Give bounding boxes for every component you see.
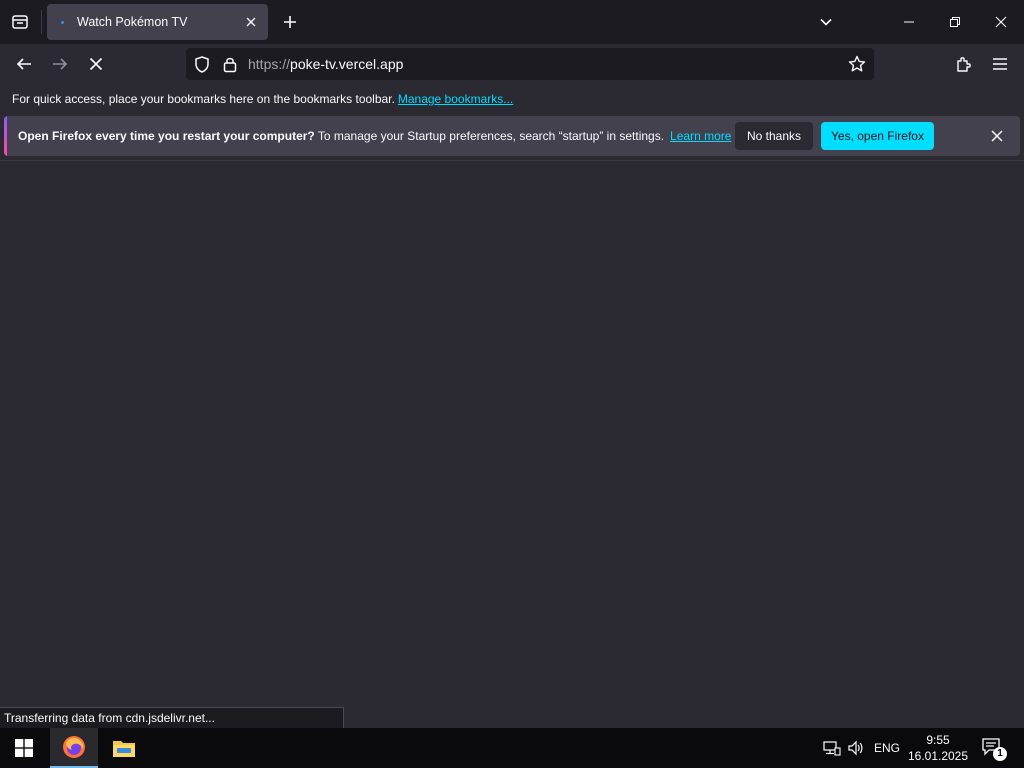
network-icon [823,740,841,756]
app-menu-button[interactable] [986,50,1014,78]
window-close-button[interactable] [978,0,1024,44]
notification-accent-bar [4,116,7,156]
navigation-toolbar: https://poke-tv.vercel.app [0,44,1024,84]
taskbar-clock[interactable]: 9:55 16.01.2025 [905,732,971,764]
new-tab-button[interactable] [276,8,304,36]
url-text[interactable]: https://poke-tv.vercel.app [248,56,403,72]
learn-more-link[interactable]: Learn more [670,129,731,143]
volume-tray-button[interactable] [846,738,866,758]
tab-title: Watch Pokémon TV [77,15,188,29]
tracking-protection-button[interactable] [192,54,212,74]
network-tray-button[interactable] [822,738,842,758]
tab-strip: Watch Pokémon TV [0,0,1024,44]
start-button[interactable] [0,728,48,768]
close-icon [991,130,1003,142]
plus-icon [283,15,297,29]
no-thanks-button[interactable]: No thanks [735,122,813,150]
folder-icon [112,738,136,758]
restore-icon [949,16,961,28]
clock-date: 16.01.2025 [907,749,969,763]
loading-favicon-icon [61,21,64,24]
bookmarks-empty-message: For quick access, place your bookmarks h… [12,92,513,106]
input-language-indicator[interactable]: ENG [874,741,900,755]
forward-arrow-icon [51,55,69,73]
notification-message: Open Firefox every time you restart your… [18,129,731,143]
status-panel: Transferring data from cdn.jsdelivr.net.… [0,707,344,728]
stop-icon [89,57,103,71]
tab-close-button[interactable] [242,13,260,31]
tab-separator [41,10,42,34]
tab-list-icon [11,13,29,31]
bookmark-star-button[interactable] [846,53,868,75]
list-all-tabs-button[interactable] [812,8,840,36]
firefox-view-button[interactable] [6,8,34,36]
extensions-button[interactable] [950,50,978,78]
chevron-down-icon [819,15,833,29]
bookmarks-hint-text: For quick access, place your bookmarks h… [12,92,395,106]
manage-bookmarks-link[interactable]: Manage bookmarks... [398,92,513,106]
bookmarks-toolbar: For quick access, place your bookmarks h… [0,84,1024,112]
back-arrow-icon [15,55,33,73]
action-center-button[interactable]: 1 [982,738,1007,761]
hamburger-menu-icon [992,57,1008,71]
default-browser-notification: Open Firefox every time you restart your… [4,116,1020,156]
tab-active[interactable]: Watch Pokémon TV [47,4,268,40]
notification-body: To manage your Startup preferences, sear… [314,129,665,143]
restore-button[interactable] [932,0,978,44]
taskbar-file-explorer[interactable] [100,728,148,768]
clock-time: 9:55 [926,733,950,747]
forward-button[interactable] [46,50,74,78]
minimize-button[interactable] [886,0,932,44]
notification-close-button[interactable] [987,126,1007,146]
site-info-button[interactable] [220,54,240,74]
taskbar-firefox[interactable] [50,728,98,768]
url-host: poke-tv.vercel.app [290,56,404,72]
star-icon [848,55,866,73]
taskbar: ENG 9:55 16.01.2025 1 [0,728,1024,768]
stop-button[interactable] [82,50,110,78]
windows-logo-icon [15,739,33,757]
close-icon [246,17,256,27]
close-icon [995,16,1007,28]
lock-icon [223,56,237,73]
yes-open-firefox-button[interactable]: Yes, open Firefox [821,122,934,150]
speaker-icon [847,740,865,756]
notification-count-badge: 1 [993,747,1007,761]
minimize-icon [903,16,915,28]
back-button[interactable] [10,50,38,78]
puzzle-icon [955,55,973,73]
address-bar[interactable]: https://poke-tv.vercel.app [186,48,874,80]
notification-title: Open Firefox every time you restart your… [18,129,315,143]
firefox-icon [62,735,86,759]
shield-icon [194,55,210,73]
url-scheme: https:// [248,56,291,72]
page-content [0,160,1024,728]
